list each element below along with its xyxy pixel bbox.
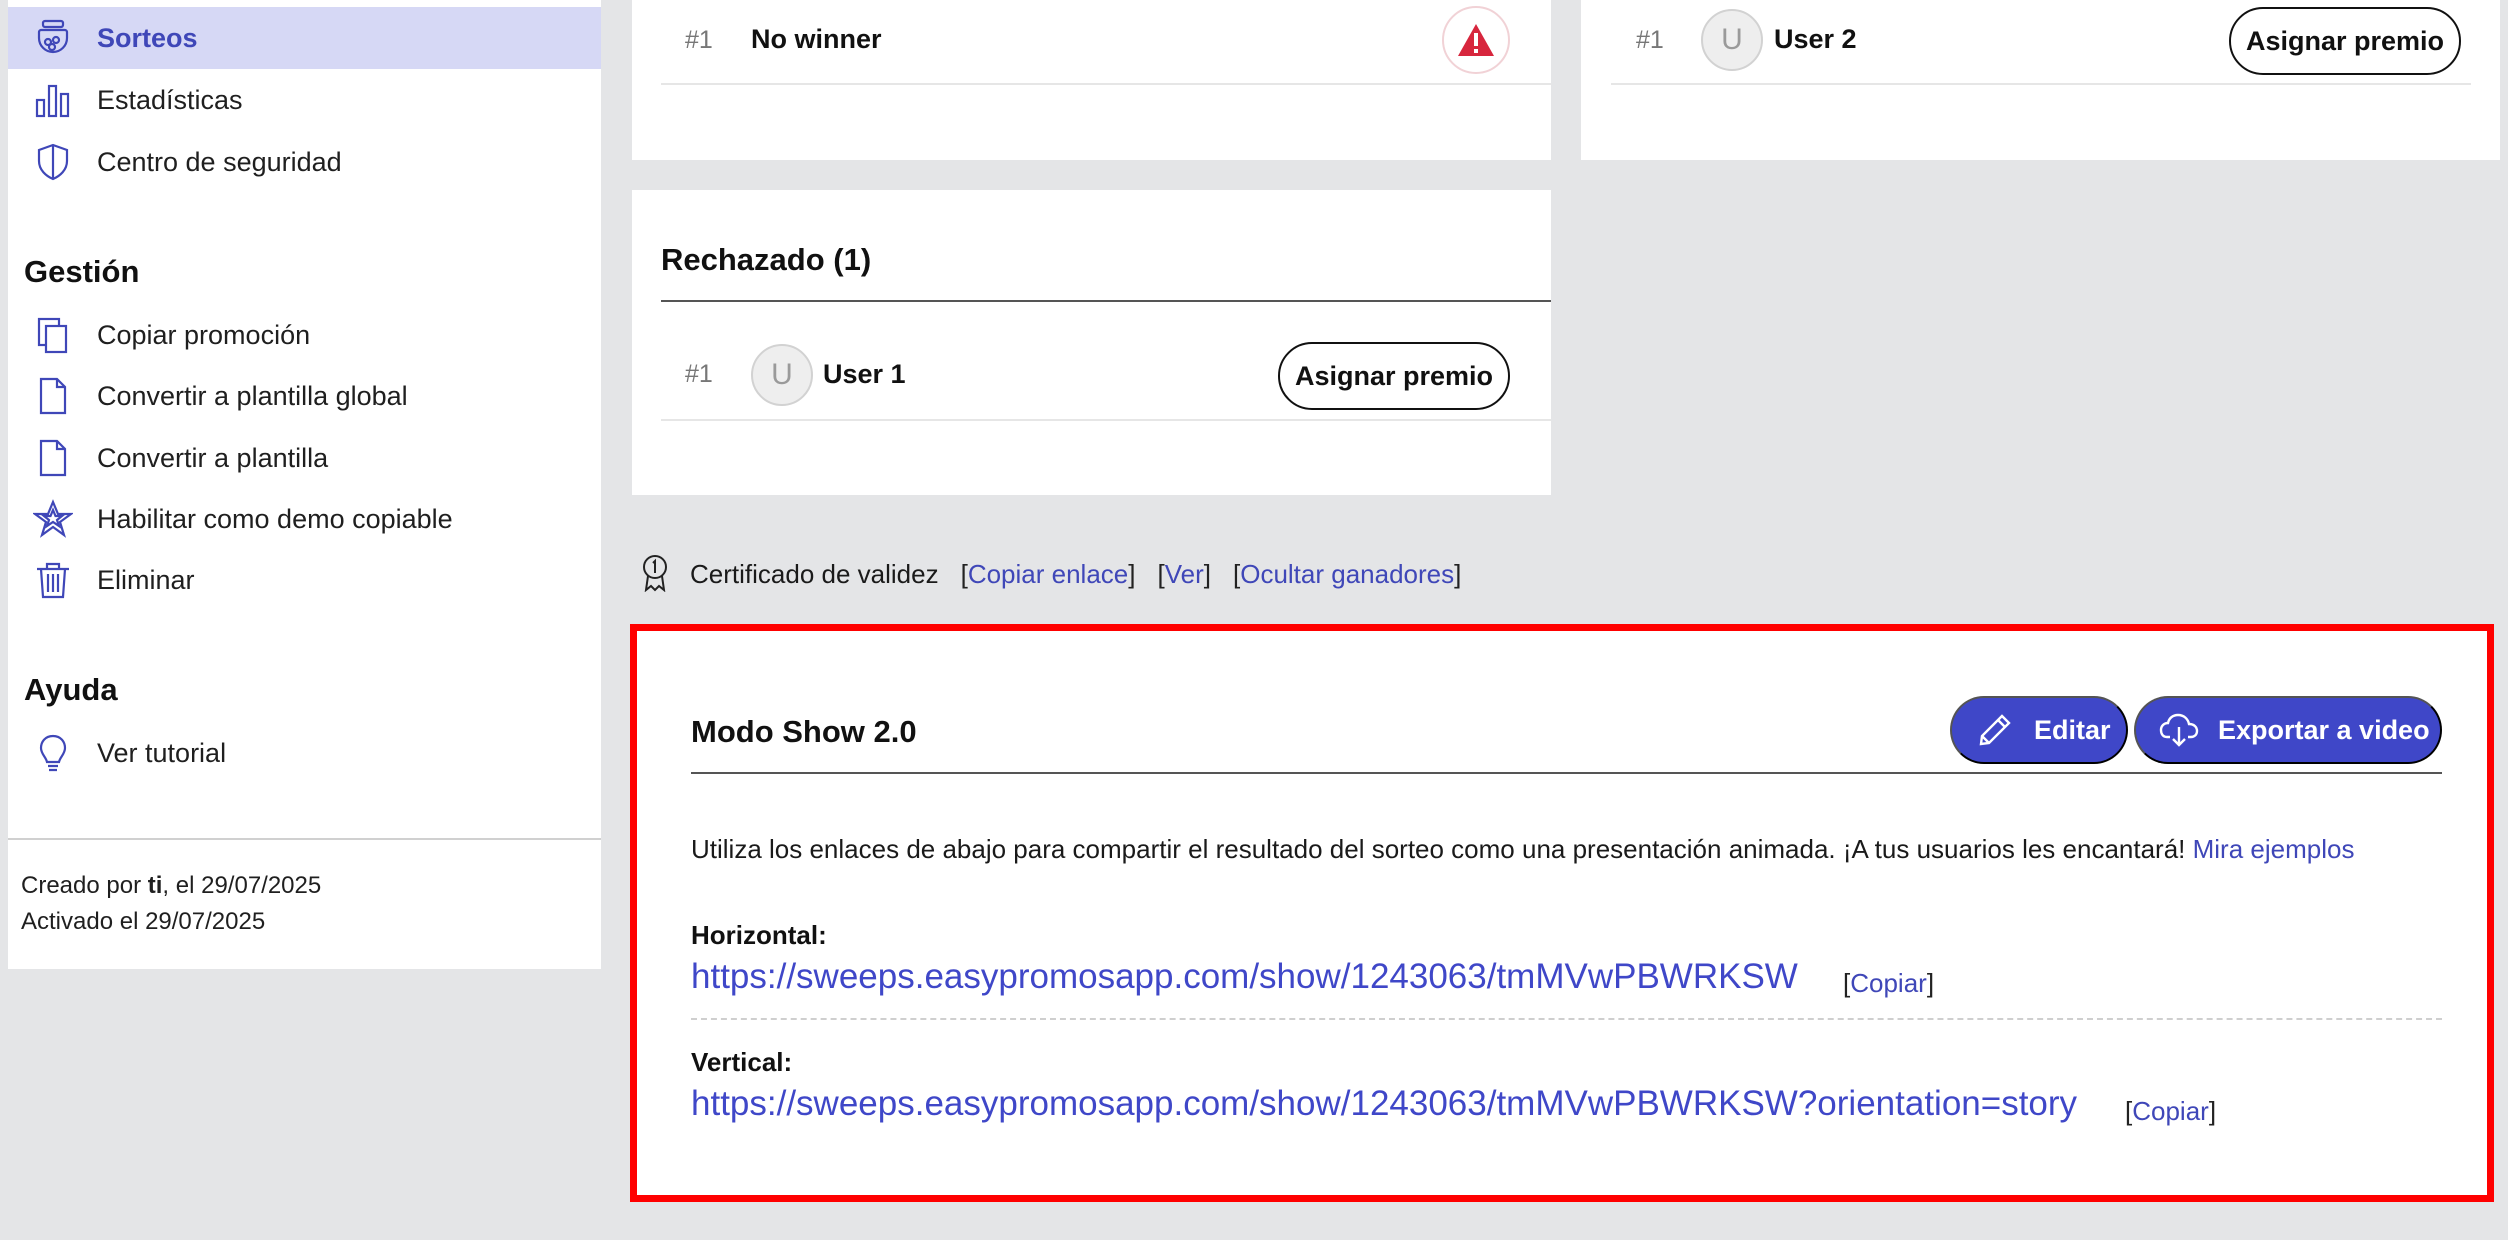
assign-prize-button[interactable]: Asignar premio	[1278, 342, 1510, 410]
created-prefix: Creado por	[21, 872, 148, 899]
horizontal-label: Horizontal:	[691, 920, 827, 950]
lightbulb-icon	[32, 732, 74, 774]
sidebar-item-seguridad[interactable]: Centro de seguridad	[8, 131, 601, 193]
sidebar-item-label: Centro de seguridad	[97, 146, 342, 177]
assign-prize-button[interactable]: Asignar premio	[2229, 7, 2461, 75]
created-info: Creado por ti, el 29/07/2025	[21, 872, 321, 900]
avatar: U	[751, 344, 813, 406]
winner-name: User 2	[1774, 24, 1857, 54]
hide-winners-link[interactable]: Ocultar ganadores	[1240, 559, 1454, 590]
edit-button[interactable]: Editar	[1950, 696, 2128, 764]
copy-horizontal: [Copiar]	[1843, 968, 1935, 998]
sidebar-item-label: Convertir a plantilla global	[97, 380, 408, 411]
winner-name: No winner	[751, 24, 882, 54]
created-by: ti	[147, 872, 163, 899]
copy-vertical: [Copiar]	[2125, 1096, 2217, 1126]
warning-icon	[1458, 24, 1494, 56]
export-label: Exportar a video	[2218, 714, 2430, 745]
sidebar-item-copiar-promocion[interactable]: Copiar promoción	[8, 304, 601, 366]
export-video-button[interactable]: Exportar a video	[2134, 696, 2442, 764]
vertical-label: Vertical:	[691, 1047, 793, 1077]
shield-icon	[32, 141, 74, 183]
row-divider	[1611, 83, 2471, 85]
sidebar: Sorteos Estadísticas Centro de seguridad…	[8, 0, 601, 969]
award-ribbon-icon	[640, 554, 672, 594]
title-divider	[691, 772, 2442, 774]
vertical-url-link[interactable]: https://sweeps.easypromosapp.com/show/12…	[691, 1084, 2077, 1124]
copy-vertical-link[interactable]: Copiar	[2132, 1096, 2209, 1126]
copy-link[interactable]: Copiar enlace	[968, 559, 1128, 590]
sidebar-item-demo-copiable[interactable]: Habilitar como demo copiable	[8, 488, 601, 550]
sidebar-item-label: Habilitar como demo copiable	[97, 503, 453, 534]
show-description: Utiliza los enlaces de abajo para compar…	[691, 834, 2354, 865]
trash-icon	[32, 559, 74, 601]
sidebar-item-label: Estadísticas	[97, 84, 243, 115]
url-divider	[691, 1018, 2442, 1020]
winner-card: #1 U User 2 Asignar premio	[1581, 0, 2500, 160]
row-number: #1	[685, 360, 713, 388]
sidebar-item-sorteos[interactable]: Sorteos	[8, 7, 601, 69]
pencil-icon	[1974, 709, 2016, 751]
created-date: , el 29/07/2025	[162, 872, 322, 899]
warning-button[interactable]	[1442, 6, 1510, 74]
sidebar-item-label: Eliminar	[97, 564, 195, 595]
sidebar-item-label: Ver tutorial	[97, 737, 227, 768]
bar-chart-icon	[32, 79, 74, 121]
avatar: U	[1701, 9, 1763, 71]
rejected-card: Rechazado (1) #1 U User 1 Asignar premio	[632, 190, 1551, 495]
copy-horizontal-link[interactable]: Copiar	[1850, 968, 1927, 998]
document-icon	[32, 437, 74, 479]
row-number: #1	[685, 26, 713, 54]
horizontal-url-link[interactable]: https://sweeps.easypromosapp.com/show/12…	[691, 957, 1798, 997]
sidebar-item-ver-tutorial[interactable]: Ver tutorial	[8, 722, 601, 784]
sidebar-item-estadisticas[interactable]: Estadísticas	[8, 69, 601, 131]
sidebar-divider	[8, 838, 601, 840]
cloud-download-icon	[2158, 709, 2200, 751]
show-title: Modo Show 2.0	[691, 714, 917, 749]
certificate-label: Certificado de validez	[690, 558, 939, 589]
view-link[interactable]: Ver	[1165, 559, 1204, 590]
activated-info: Activado el 29/07/2025	[21, 908, 266, 935]
document-icon	[32, 375, 74, 417]
show-mode-panel: Modo Show 2.0 Editar Exportar a video Ut…	[630, 624, 2494, 1202]
description-text: Utiliza los enlaces de abajo para compar…	[691, 834, 2186, 864]
sidebar-item-label: Sorteos	[97, 22, 198, 53]
certificate-row: Certificado de validez [Copiar enlace] […	[640, 554, 1461, 594]
card-title: Rechazado (1)	[661, 242, 872, 277]
section-title-ayuda: Ayuda	[24, 672, 118, 707]
winner-card: #1 No winner	[632, 0, 1551, 160]
star-icon	[32, 498, 74, 540]
prize-jar-icon	[32, 17, 74, 59]
row-divider	[661, 419, 1551, 421]
sidebar-item-label: Copiar promoción	[97, 319, 311, 350]
sidebar-item-plantilla[interactable]: Convertir a plantilla	[8, 427, 601, 489]
row-divider	[661, 83, 1551, 85]
copy-icon	[32, 314, 74, 356]
sidebar-item-plantilla-global[interactable]: Convertir a plantilla global	[8, 365, 601, 427]
sidebar-item-eliminar[interactable]: Eliminar	[8, 549, 601, 611]
sidebar-item-label: Convertir a plantilla	[97, 442, 329, 473]
row-number: #1	[1636, 26, 1664, 54]
edit-label: Editar	[2034, 714, 2111, 745]
examples-link[interactable]: Mira ejemplos	[2193, 834, 2355, 864]
section-title-gestion: Gestión	[24, 254, 140, 289]
title-divider	[661, 300, 1551, 302]
winner-name: User 1	[823, 359, 906, 389]
